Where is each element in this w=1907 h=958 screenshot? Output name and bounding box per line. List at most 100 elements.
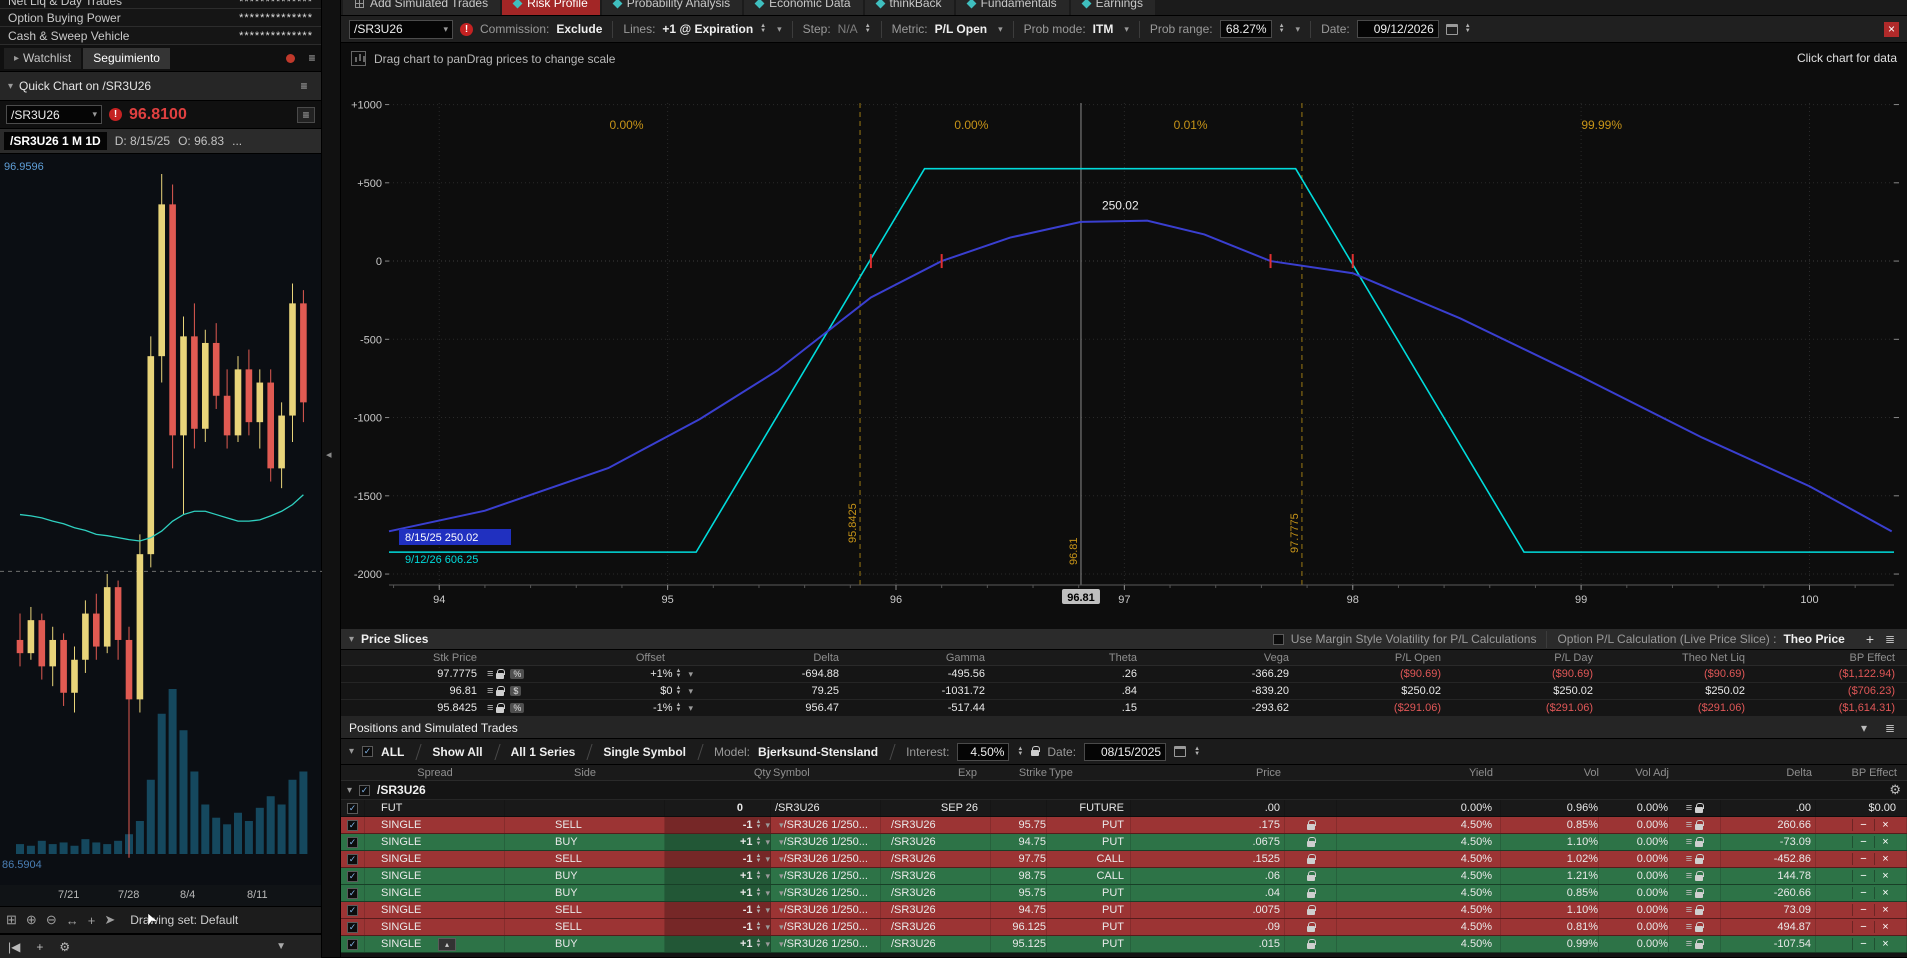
cell-vol-adj[interactable]: 0.00% bbox=[1599, 817, 1669, 833]
offset-mode-badge[interactable]: % bbox=[510, 669, 524, 679]
cell-qty[interactable]: +1▲▼▾ bbox=[665, 885, 771, 901]
prob-range-stepper[interactable]: ▲▼ bbox=[1279, 24, 1285, 34]
interest-stepper[interactable]: ▲▼ bbox=[1017, 747, 1023, 757]
group-checkbox[interactable]: ✓ bbox=[359, 785, 370, 796]
menu-icon[interactable]: ≡ bbox=[1686, 904, 1692, 916]
chevron-down-icon[interactable]: ▾ bbox=[688, 703, 693, 714]
cell-symbol[interactable]: ▾/SR3U26 1/250... bbox=[771, 834, 881, 850]
cell-offset[interactable]: +1%▲▼▾ bbox=[541, 666, 701, 682]
lock-icon[interactable] bbox=[1695, 875, 1703, 881]
cell-symbol[interactable]: ▾/SR3U26 1/250... bbox=[771, 885, 881, 901]
cell-qty[interactable]: -1▲▼▾ bbox=[665, 851, 771, 867]
chevron-down-icon[interactable]: ▾ bbox=[765, 837, 770, 848]
cell-vol-adj[interactable]: 0.00% bbox=[1599, 851, 1669, 867]
cell-qty[interactable]: +1▲▼▾ bbox=[665, 936, 771, 952]
margin-style-label[interactable]: Use Margin Style Volatility for P/L Calc… bbox=[1291, 632, 1537, 646]
qty-stepper[interactable]: ▲▼ bbox=[756, 905, 762, 915]
cell-qty[interactable]: -1▲▼▾ bbox=[665, 817, 771, 833]
chevron-down-icon[interactable]: ▾ bbox=[765, 820, 770, 831]
chevron-down-icon[interactable]: ▾ bbox=[1124, 24, 1129, 35]
qty-stepper[interactable]: ▲▼ bbox=[756, 888, 762, 898]
position-row[interactable]: ✓SINGLESELL-1▲▼▾▾/SR3U26 1/250.../SR3U26… bbox=[341, 919, 1907, 936]
menu-icon[interactable]: ≡ bbox=[1686, 921, 1692, 933]
lock-icon[interactable] bbox=[1307, 909, 1315, 915]
lock-icon[interactable] bbox=[1695, 892, 1703, 898]
warning-icon[interactable]: ! bbox=[460, 23, 473, 36]
price-slice-row[interactable]: 97.7775≡%+1%▲▼▾-694.88-495.56.26-366.29(… bbox=[341, 666, 1907, 683]
remove-row-button[interactable]: × bbox=[1874, 819, 1896, 831]
chevron-down-icon[interactable]: ▾ bbox=[765, 905, 770, 916]
cell-symbol[interactable]: /SR3U26 bbox=[771, 800, 881, 816]
qty-stepper[interactable]: ▲▼ bbox=[756, 837, 762, 847]
collapse-row-button[interactable]: − bbox=[1852, 870, 1874, 882]
menu-icon[interactable]: ≡ bbox=[487, 685, 493, 697]
quick-chart-menu-icon[interactable]: ≡ bbox=[295, 78, 313, 94]
cell-vol-adj[interactable]: 0.00% bbox=[1599, 868, 1669, 884]
lock-icon[interactable] bbox=[1695, 807, 1703, 813]
cell-qty[interactable]: +1▲▼▾ bbox=[665, 868, 771, 884]
remove-row-button[interactable]: × bbox=[1874, 904, 1896, 916]
cell-vol-adj[interactable]: 0.00% bbox=[1599, 885, 1669, 901]
filter-show-all[interactable]: Show All bbox=[432, 745, 482, 759]
position-row[interactable]: ✓SINGLESELL-1▲▼▾▾/SR3U26 1/250.../SR3U26… bbox=[341, 817, 1907, 834]
menu-icon[interactable]: ≡ bbox=[487, 668, 493, 680]
pointer-icon[interactable]: ➤ bbox=[104, 912, 115, 928]
offset-stepper[interactable]: ▲▼ bbox=[676, 703, 682, 713]
chevron-down-icon[interactable]: ▾ bbox=[765, 854, 770, 865]
cell-price[interactable]: .0675 bbox=[1131, 834, 1285, 850]
chart-edit-icon[interactable] bbox=[351, 51, 366, 66]
cell-price[interactable]: .04 bbox=[1131, 885, 1285, 901]
menu-icon[interactable]: ≡ bbox=[487, 702, 493, 714]
gear-icon[interactable]: ⚙ bbox=[1889, 782, 1901, 798]
qty-stepper[interactable]: ▲▼ bbox=[756, 854, 762, 864]
chevron-down-icon[interactable]: ▾ bbox=[765, 888, 770, 899]
cell-vol-adj[interactable]: 0.00% bbox=[1599, 936, 1669, 952]
cell-price[interactable]: .09 bbox=[1131, 919, 1285, 935]
cell-symbol[interactable]: ▾/SR3U26 1/250... bbox=[771, 902, 881, 918]
chevron-down-icon[interactable]: ▾ bbox=[349, 746, 354, 757]
step-value[interactable]: N/A bbox=[838, 22, 858, 36]
cell-symbol[interactable]: ▾/SR3U26 1/250... bbox=[771, 868, 881, 884]
collapse-row-button[interactable]: − bbox=[1852, 836, 1874, 848]
panel-resize-handle[interactable]: ▴ bbox=[438, 938, 456, 951]
tab-watchlist[interactable]: ▸ Watchlist bbox=[4, 48, 81, 69]
collapse-row-button[interactable]: − bbox=[1852, 853, 1874, 865]
cell-qty[interactable]: 0 bbox=[665, 800, 771, 816]
pl-chart-svg[interactable]: 95.842596.8197.77750.00%0.00%0.01%99.99%… bbox=[341, 43, 1907, 629]
calendar-icon[interactable] bbox=[1174, 746, 1186, 757]
warning-icon[interactable]: ! bbox=[109, 108, 122, 121]
qty-stepper[interactable]: ▲▼ bbox=[756, 939, 762, 949]
all-checkbox[interactable]: ✓ bbox=[362, 746, 373, 757]
add-icon[interactable]: + bbox=[36, 940, 43, 954]
offset-mode-badge[interactable]: % bbox=[510, 703, 524, 713]
remove-row-button[interactable]: × bbox=[1874, 921, 1896, 933]
position-row[interactable]: ✓SINGLEBUY+1▲▼▾▾/SR3U26 1/250.../SR3U269… bbox=[341, 868, 1907, 885]
remove-row-button[interactable]: × bbox=[1874, 836, 1896, 848]
close-button[interactable]: × bbox=[1884, 22, 1899, 37]
cell-offset[interactable]: -1%▲▼▾ bbox=[541, 700, 701, 716]
collapse-row-button[interactable]: − bbox=[1852, 904, 1874, 916]
row-checkbox[interactable]: ✓ bbox=[347, 837, 358, 848]
cell-vol-adj[interactable]: 0.00% bbox=[1599, 834, 1669, 850]
row-checkbox[interactable]: ✓ bbox=[347, 854, 358, 865]
cell-qty[interactable]: +1▲▼▾ bbox=[665, 834, 771, 850]
tab-seguimiento[interactable]: Seguimiento bbox=[83, 48, 170, 69]
menu-icon[interactable]: ≡ bbox=[1686, 938, 1692, 950]
position-row[interactable]: ✓SINGLESELL-1▲▼▾▾/SR3U26 1/250.../SR3U26… bbox=[341, 851, 1907, 868]
risk-profile-chart[interactable]: 95.842596.8197.77750.00%0.00%0.01%99.99%… bbox=[341, 43, 1907, 629]
menu-icon[interactable]: ≡ bbox=[1686, 887, 1692, 899]
lock-icon[interactable] bbox=[1695, 943, 1703, 949]
chevron-down-icon[interactable]: ▾ bbox=[998, 24, 1003, 35]
calendar-icon[interactable] bbox=[1446, 24, 1458, 35]
remove-row-button[interactable]: × bbox=[1874, 887, 1896, 899]
crosshair-icon[interactable]: + bbox=[88, 913, 96, 928]
date-stepper[interactable]: ▲▼ bbox=[1465, 24, 1471, 34]
cell-vol-adj[interactable]: 0.00% bbox=[1599, 902, 1669, 918]
menu-icon[interactable]: ≡ bbox=[1686, 853, 1692, 865]
zoom-out-icon[interactable]: ⊖ bbox=[46, 912, 57, 928]
cell-vol-adj[interactable]: 0.00% bbox=[1599, 800, 1669, 816]
position-row[interactable]: ✓SINGLEBUY+1▲▼▾▾/SR3U26 1/250.../SR3U269… bbox=[341, 834, 1907, 851]
cell-price[interactable]: .00 bbox=[1131, 800, 1285, 816]
slices-menu-icon[interactable]: ≣ bbox=[1881, 631, 1899, 647]
date-input[interactable]: 09/12/2026 bbox=[1357, 20, 1439, 38]
